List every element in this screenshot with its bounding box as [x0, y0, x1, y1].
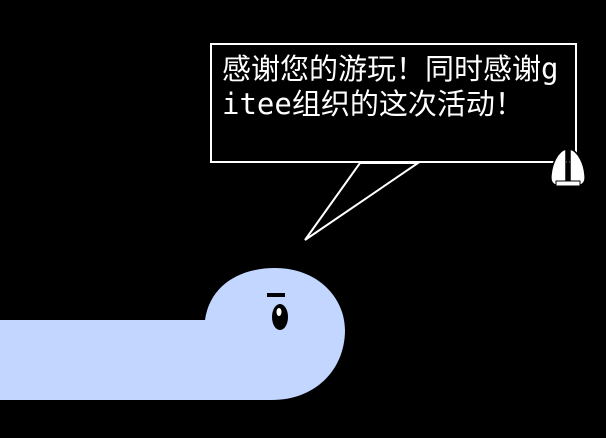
lungs-icon[interactable] [548, 145, 588, 189]
creature-eyebrow [267, 293, 285, 297]
creature-eye [272, 304, 288, 330]
snake-creature-icon [0, 268, 345, 400]
dialog-box[interactable]: 感谢您的游玩！同时感谢gitee组织的这次活动！ [210, 43, 577, 163]
game-scene[interactable]: 感谢您的游玩！同时感谢gitee组织的这次活动！ [0, 0, 606, 438]
dialog-text: 感谢您的游玩！同时感谢gitee组织的这次活动！ [222, 52, 559, 121]
speech-bubble-tail [304, 162, 422, 241]
creature-eye-highlight [276, 308, 282, 316]
creature-body [0, 268, 345, 400]
